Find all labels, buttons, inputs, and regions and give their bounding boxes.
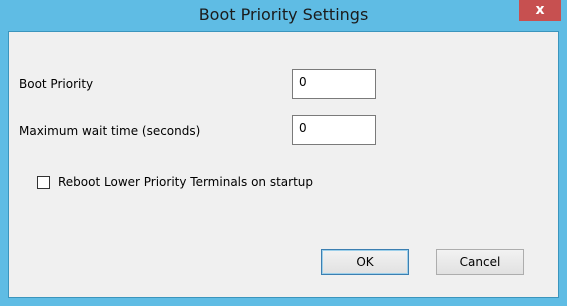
max-wait-label: Maximum wait time (seconds) bbox=[19, 124, 201, 138]
boot-priority-label: Boot Priority bbox=[19, 77, 94, 91]
ok-button[interactable]: OK bbox=[321, 249, 409, 275]
reboot-checkbox[interactable] bbox=[37, 176, 50, 189]
close-button[interactable]: x bbox=[519, 0, 561, 21]
cancel-button[interactable]: Cancel bbox=[436, 249, 524, 275]
title-bar[interactable]: Boot Priority Settings x bbox=[0, 0, 567, 31]
dialog-window: Boot Priority Settings x Boot Priority 0… bbox=[0, 0, 567, 306]
max-wait-input[interactable]: 0 bbox=[292, 115, 376, 145]
boot-priority-input[interactable]: 0 bbox=[292, 69, 376, 99]
window-title: Boot Priority Settings bbox=[198, 5, 369, 24]
dialog-content: Boot Priority 0 Maximum wait time (secon… bbox=[8, 31, 559, 298]
close-icon: x bbox=[535, 2, 545, 18]
reboot-checkbox-label[interactable]: Reboot Lower Priority Terminals on start… bbox=[58, 175, 313, 189]
